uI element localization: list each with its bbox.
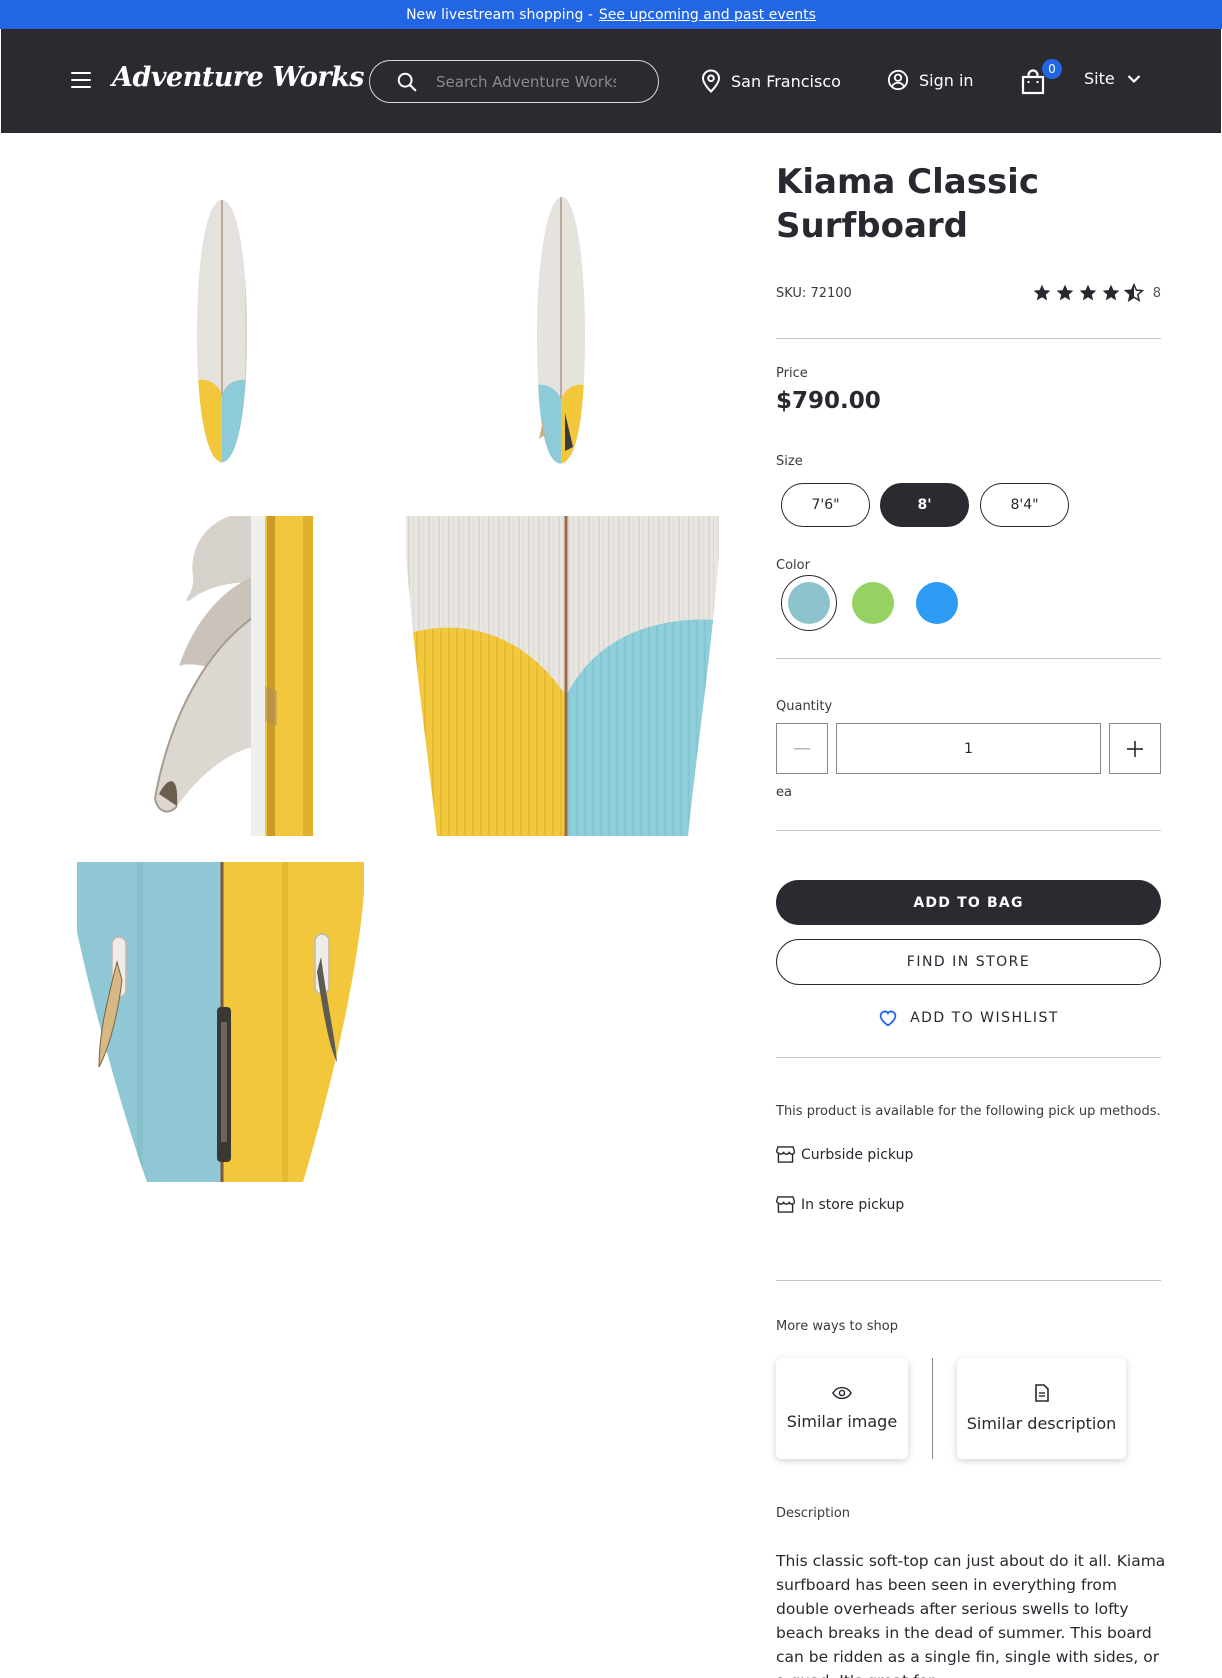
star-icon	[1033, 284, 1051, 301]
unit-label: ea	[776, 785, 792, 800]
quantity-input[interactable]: 1	[836, 723, 1101, 774]
promo-events-link[interactable]: See upcoming and past events	[599, 7, 816, 23]
location-pin-icon	[701, 69, 721, 93]
site-label: Site	[1084, 69, 1115, 88]
product-image-1[interactable]	[77, 185, 367, 475]
account-icon	[887, 69, 909, 91]
product-image-3[interactable]	[77, 516, 367, 836]
product-image-2[interactable]	[415, 185, 705, 475]
minus-icon	[794, 747, 810, 749]
site-selector[interactable]: Site	[1084, 69, 1141, 88]
store-icon	[776, 1196, 795, 1213]
promo-text: New livestream shopping -	[406, 6, 593, 23]
site-header: Adventure Works San Francisco Sign in 0 …	[1, 29, 1221, 133]
plus-icon	[1127, 740, 1143, 757]
product-image-5[interactable]	[77, 862, 364, 1182]
star-rating[interactable]: 8	[1032, 283, 1161, 303]
cart-button[interactable]: 0	[1021, 59, 1062, 99]
color-swatch-green[interactable]	[852, 582, 894, 624]
brand-logo[interactable]: Adventure Works	[112, 62, 365, 93]
similar-description-label: Similar description	[966, 1414, 1117, 1433]
price-label: Price	[776, 366, 808, 381]
heart-icon	[879, 1010, 897, 1027]
divider	[776, 1057, 1161, 1058]
promo-bar: New livestream shopping - See upcoming a…	[0, 0, 1222, 29]
shopping-bag-icon	[1021, 69, 1045, 95]
sign-in-link[interactable]: Sign in	[887, 69, 974, 91]
product-sku: SKU: 72100	[776, 285, 852, 301]
color-label: Color	[776, 558, 810, 573]
pickup-note: This product is available for the follow…	[776, 1104, 1161, 1119]
search-box[interactable]	[369, 60, 659, 103]
find-in-store-button[interactable]: FIND IN STORE	[776, 939, 1161, 985]
store-location[interactable]: San Francisco	[701, 69, 841, 93]
product-title: Kiama Classic Surfboard	[776, 162, 1039, 246]
similar-description-button[interactable]: Similar description	[957, 1358, 1126, 1459]
store-icon	[776, 1146, 795, 1163]
star-icon	[1056, 284, 1074, 301]
pickup-method-in-store: In store pickup	[776, 1196, 904, 1213]
wishlist-label: ADD TO WISHLIST	[910, 1010, 1059, 1026]
add-to-wishlist-button[interactable]: ADD TO WISHLIST	[776, 1009, 1161, 1027]
cart-count-badge: 0	[1042, 59, 1062, 79]
review-count: 8	[1152, 285, 1161, 301]
divider	[776, 658, 1161, 659]
color-swatch-teal[interactable]	[788, 582, 830, 624]
pickup-method-label: Curbside pickup	[801, 1146, 914, 1163]
similar-image-button[interactable]: Similar image	[776, 1358, 908, 1459]
sku-rating-row: SKU: 72100 8	[776, 283, 1161, 303]
quantity-label: Quantity	[776, 699, 833, 714]
eye-icon	[832, 1386, 852, 1400]
search-input[interactable]	[436, 72, 616, 91]
description-label: Description	[776, 1506, 851, 1521]
divider	[776, 338, 1161, 339]
size-label: Size	[776, 454, 803, 469]
more-ways-label: More ways to shop	[776, 1319, 898, 1334]
product-details: Kiama Classic Surfboard SKU: 72100 8 Pri…	[776, 160, 1165, 1678]
star-icon	[1079, 284, 1097, 301]
sign-in-label: Sign in	[919, 70, 974, 90]
add-to-bag-button[interactable]: ADD TO BAG	[776, 880, 1161, 925]
product-image-4[interactable]	[406, 516, 719, 836]
pickup-method-curbside: Curbside pickup	[776, 1146, 913, 1163]
description-text: This classic soft-top can just about do …	[776, 1552, 1166, 1678]
pickup-method-label: In store pickup	[801, 1196, 905, 1213]
quantity-decrease-button[interactable]	[776, 723, 828, 774]
similar-image-label: Similar image	[786, 1412, 898, 1431]
star-icon	[1102, 284, 1120, 301]
product-price: $790.00	[776, 388, 881, 414]
divider	[776, 830, 1161, 831]
quantity-increase-button[interactable]	[1109, 723, 1161, 774]
search-icon	[397, 72, 417, 91]
size-option-7-6[interactable]: 7'6"	[781, 483, 870, 527]
half-star-icon	[1123, 283, 1144, 302]
size-option-8[interactable]: 8'	[880, 483, 969, 527]
menu-icon[interactable]	[71, 72, 91, 88]
divider	[932, 1358, 933, 1459]
location-label: San Francisco	[731, 71, 841, 91]
chevron-down-icon	[1127, 74, 1140, 83]
size-option-8-4[interactable]: 8'4"	[980, 483, 1069, 527]
divider	[776, 1280, 1161, 1281]
document-icon	[1034, 1384, 1049, 1402]
color-swatch-blue[interactable]	[916, 582, 958, 624]
